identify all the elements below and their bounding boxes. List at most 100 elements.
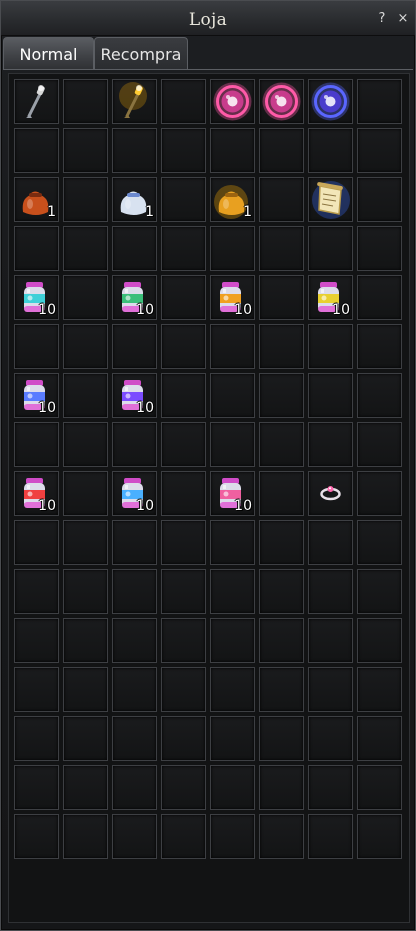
item-slot[interactable] — [63, 373, 108, 418]
item-slot[interactable] — [112, 79, 157, 124]
item-slot[interactable] — [112, 128, 157, 173]
item-slot[interactable] — [308, 667, 353, 712]
item-slot[interactable] — [259, 520, 304, 565]
item-slot[interactable] — [210, 128, 255, 173]
item-slot[interactable] — [259, 814, 304, 859]
item-slot[interactable] — [259, 324, 304, 369]
item-slot[interactable] — [259, 275, 304, 320]
item-slot[interactable]: 1 — [14, 177, 59, 222]
item-slot[interactable] — [357, 226, 402, 271]
item-slot[interactable] — [357, 765, 402, 810]
item-slot[interactable] — [112, 814, 157, 859]
item-slot[interactable]: 1 — [210, 177, 255, 222]
item-slot[interactable] — [259, 716, 304, 761]
item-slot[interactable] — [112, 226, 157, 271]
item-slot[interactable] — [63, 569, 108, 614]
item-slot[interactable] — [259, 128, 304, 173]
item-slot[interactable] — [308, 618, 353, 663]
item-slot[interactable] — [357, 667, 402, 712]
item-slot[interactable] — [112, 520, 157, 565]
item-slot[interactable]: 10 — [210, 275, 255, 320]
item-slot[interactable] — [210, 520, 255, 565]
item-slot[interactable] — [259, 177, 304, 222]
help-button[interactable]: ? — [375, 12, 389, 26]
item-slot[interactable] — [63, 667, 108, 712]
tab-recompra[interactable]: Recompra — [94, 37, 188, 70]
item-slot[interactable]: 10 — [210, 471, 255, 516]
item-slot[interactable] — [161, 569, 206, 614]
item-slot[interactable]: 10 — [14, 275, 59, 320]
item-slot[interactable]: 10 — [308, 275, 353, 320]
item-slot[interactable] — [161, 422, 206, 467]
item-slot[interactable] — [63, 618, 108, 663]
item-slot[interactable] — [161, 716, 206, 761]
item-slot[interactable] — [210, 79, 255, 124]
item-slot[interactable] — [112, 422, 157, 467]
item-slot[interactable] — [14, 324, 59, 369]
item-slot[interactable] — [14, 667, 59, 712]
item-slot[interactable] — [210, 618, 255, 663]
item-slot[interactable] — [63, 471, 108, 516]
title-bar[interactable]: Loja ? × — [1, 1, 415, 36]
item-slot[interactable] — [63, 814, 108, 859]
item-slot[interactable] — [357, 520, 402, 565]
item-slot[interactable]: 10 — [14, 471, 59, 516]
item-slot[interactable] — [259, 373, 304, 418]
item-slot[interactable] — [357, 79, 402, 124]
item-slot[interactable] — [210, 422, 255, 467]
close-button[interactable]: × — [396, 12, 410, 26]
item-slot[interactable]: 10 — [112, 471, 157, 516]
item-slot[interactable] — [210, 324, 255, 369]
item-slot[interactable] — [308, 226, 353, 271]
item-slot[interactable] — [357, 814, 402, 859]
item-slot[interactable] — [259, 422, 304, 467]
item-slot[interactable] — [308, 716, 353, 761]
item-slot[interactable] — [308, 520, 353, 565]
item-slot[interactable] — [161, 814, 206, 859]
item-slot[interactable] — [161, 324, 206, 369]
item-slot[interactable] — [161, 226, 206, 271]
item-slot[interactable] — [210, 814, 255, 859]
item-slot[interactable] — [63, 324, 108, 369]
item-slot[interactable] — [112, 765, 157, 810]
item-slot[interactable] — [357, 422, 402, 467]
item-slot[interactable] — [308, 177, 353, 222]
item-slot[interactable] — [161, 520, 206, 565]
item-slot[interactable] — [14, 226, 59, 271]
item-slot[interactable] — [259, 618, 304, 663]
item-slot[interactable] — [161, 177, 206, 222]
item-slot[interactable] — [357, 373, 402, 418]
item-slot[interactable] — [308, 422, 353, 467]
item-slot[interactable] — [112, 716, 157, 761]
item-slot[interactable] — [210, 716, 255, 761]
tab-normal[interactable]: Normal — [3, 37, 94, 70]
item-slot[interactable] — [14, 814, 59, 859]
item-slot[interactable] — [308, 765, 353, 810]
item-slot[interactable] — [308, 569, 353, 614]
item-slot[interactable] — [210, 667, 255, 712]
item-slot[interactable] — [63, 275, 108, 320]
item-slot[interactable] — [357, 471, 402, 516]
item-slot[interactable] — [210, 226, 255, 271]
item-slot[interactable] — [259, 471, 304, 516]
item-slot[interactable] — [161, 667, 206, 712]
item-slot[interactable] — [112, 324, 157, 369]
item-slot[interactable]: 1 — [112, 177, 157, 222]
item-slot[interactable] — [161, 373, 206, 418]
item-slot[interactable] — [357, 569, 402, 614]
item-slot[interactable] — [210, 765, 255, 810]
item-slot[interactable] — [161, 79, 206, 124]
item-slot[interactable] — [259, 226, 304, 271]
item-slot[interactable] — [14, 128, 59, 173]
item-slot[interactable] — [161, 765, 206, 810]
item-slot[interactable] — [357, 177, 402, 222]
item-slot[interactable] — [161, 471, 206, 516]
item-slot[interactable] — [14, 79, 59, 124]
item-slot[interactable]: 10 — [112, 373, 157, 418]
item-slot[interactable] — [357, 324, 402, 369]
item-slot[interactable]: 10 — [14, 373, 59, 418]
item-slot[interactable] — [308, 373, 353, 418]
item-slot[interactable] — [14, 765, 59, 810]
item-slot[interactable] — [259, 765, 304, 810]
item-slot[interactable] — [357, 716, 402, 761]
